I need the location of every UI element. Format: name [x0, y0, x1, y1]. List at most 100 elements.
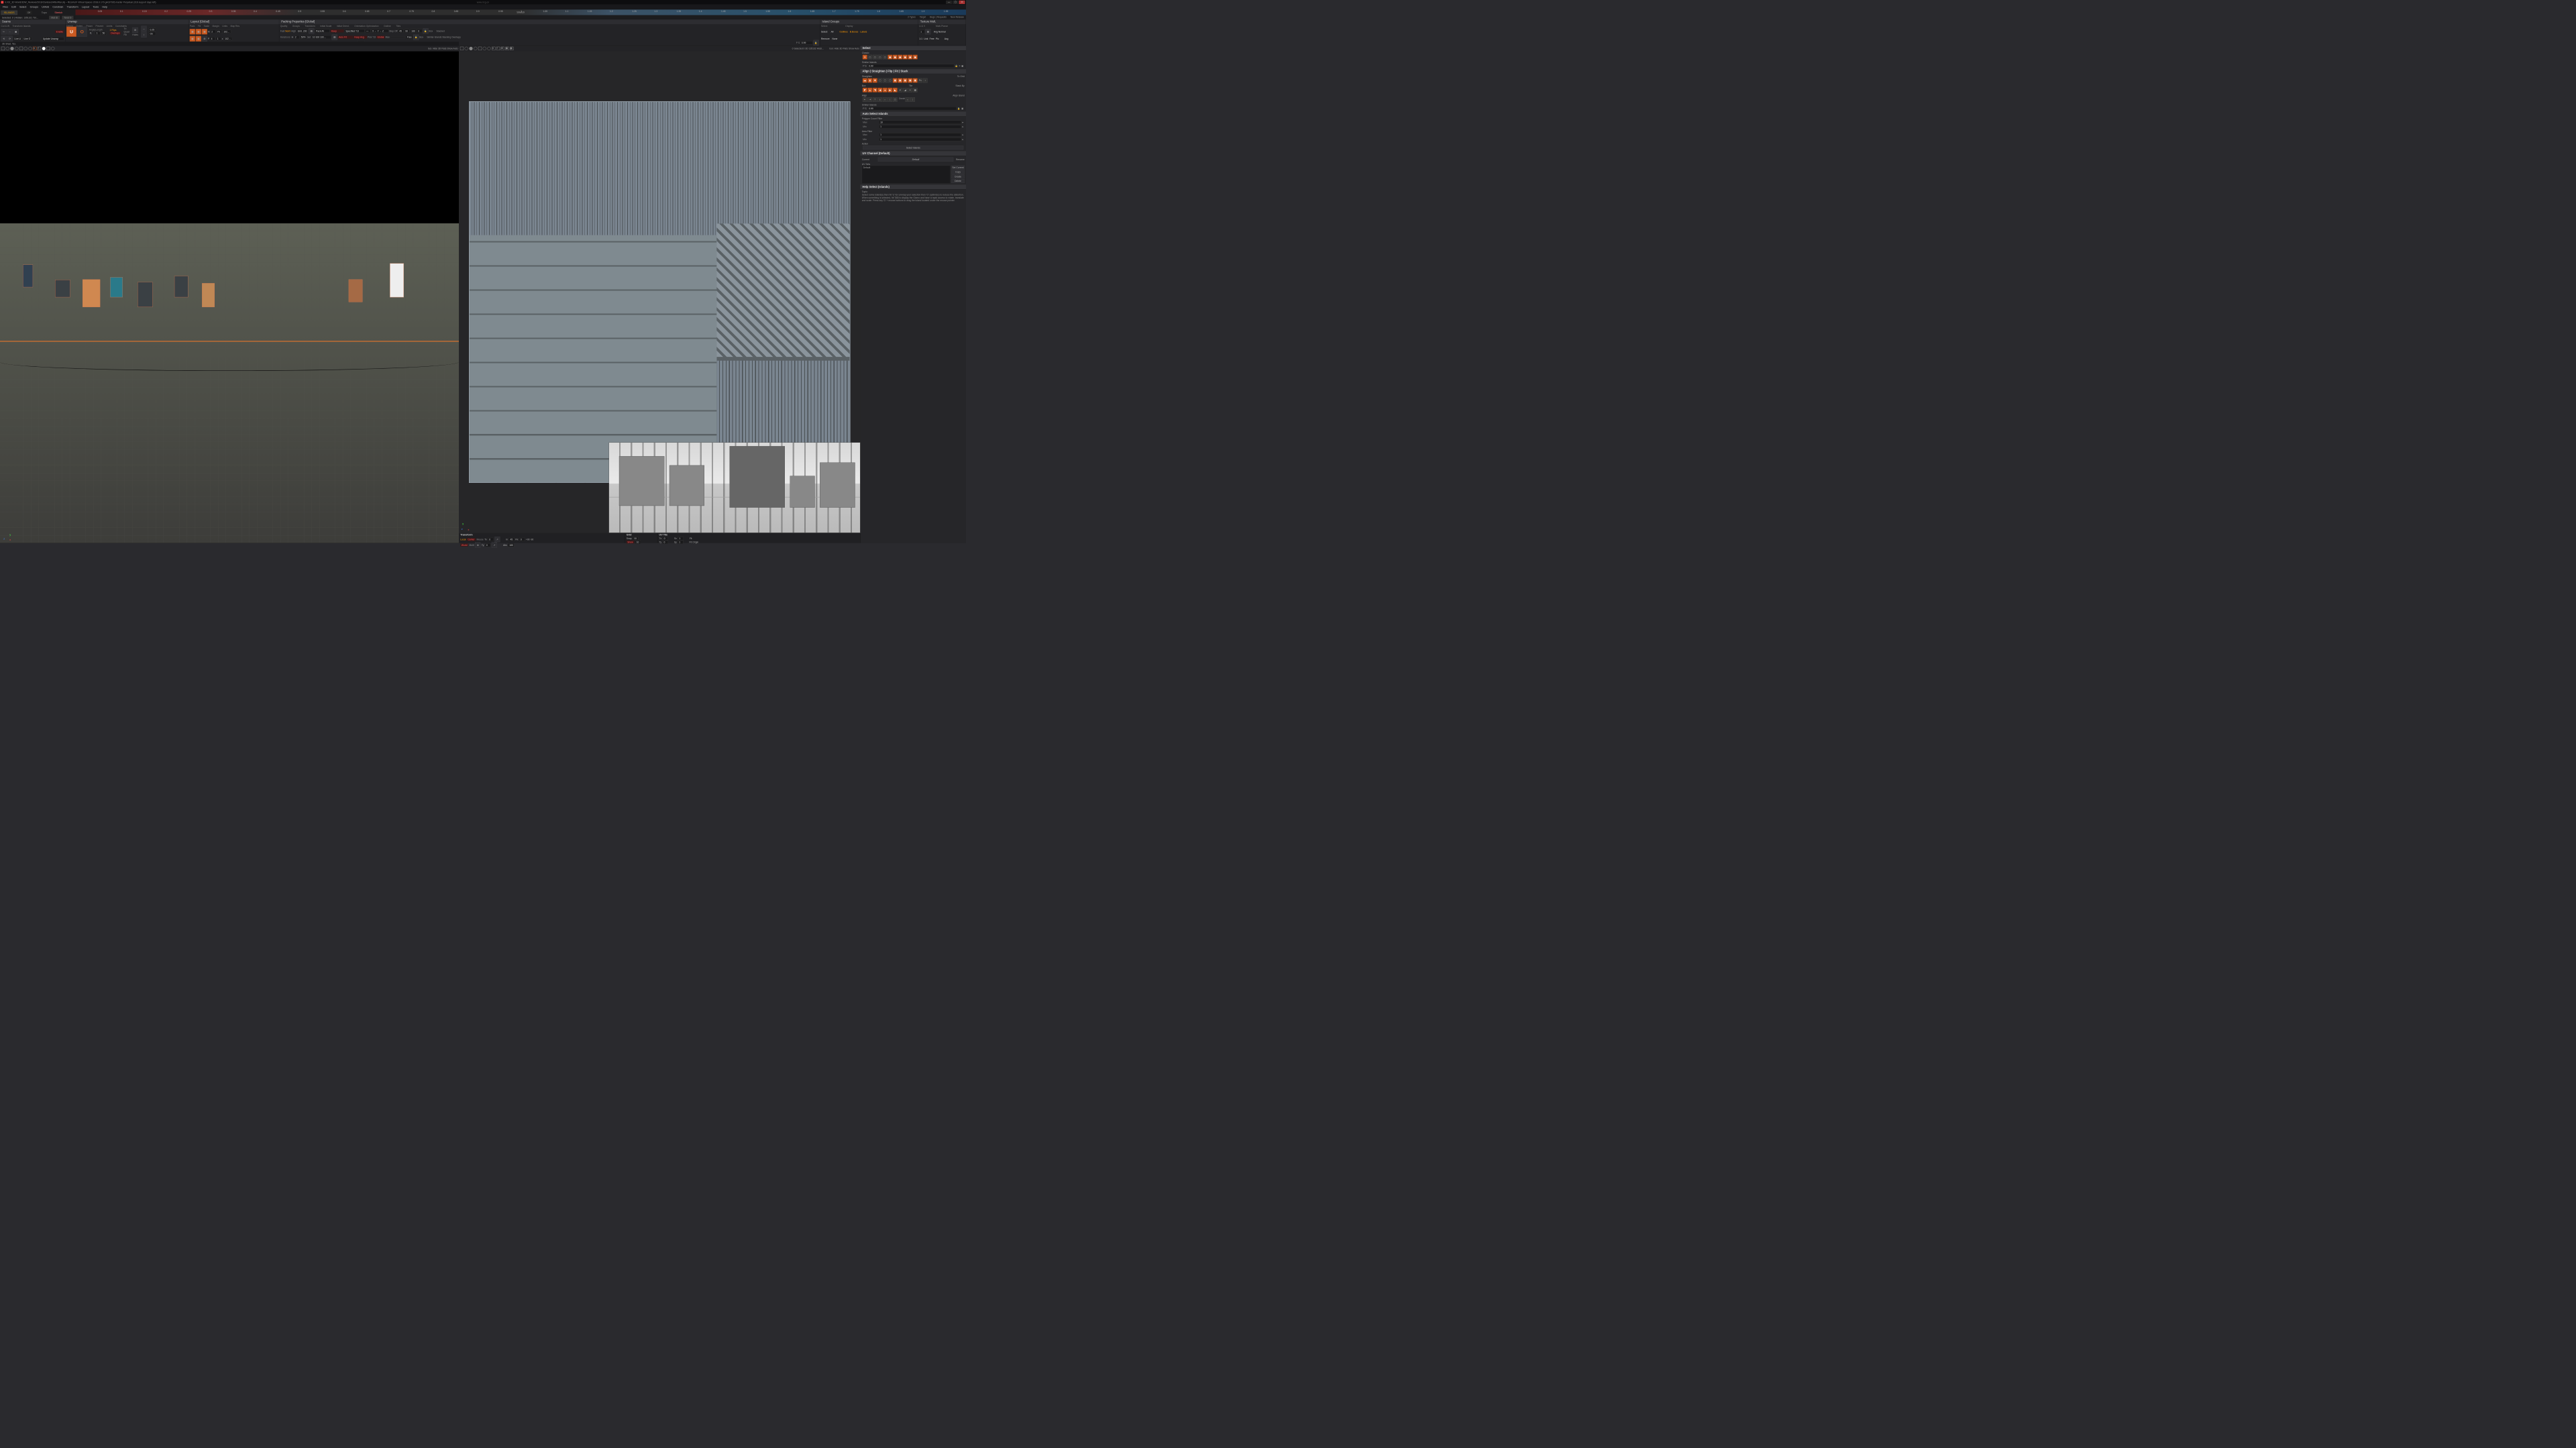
tb-local[interactable]: Local	[460, 539, 466, 541]
viewport-uv[interactable]: ✕ + ⊞ ▦ ▦ 0 Selected 0 3D 135132 Hidd… I…	[459, 46, 861, 543]
al8[interactable]: ▣	[898, 78, 902, 83]
menu-layout[interactable]: Layout	[80, 5, 91, 8]
pk-lock1[interactable]: 🔒	[423, 28, 428, 34]
sp-sel-2[interactable]: ▢	[873, 55, 877, 60]
layout-res[interactable]: 102…	[222, 30, 231, 34]
sp-auto-ns[interactable]: ▸	[963, 125, 964, 128]
pk-xyz[interactable]: X ← Y → Z	[371, 30, 388, 33]
sp-select-l3[interactable]: ▣	[961, 64, 963, 67]
seams-liveo[interactable]: Live O	[23, 37, 32, 40]
tb-deg[interactable]: +90 -90	[526, 539, 534, 541]
unwrap-holes-icon[interactable]: ⊞	[132, 27, 138, 33]
tm-link[interactable]: Link	[924, 38, 928, 40]
pk-similar[interactable]: Similar Islands Stacking	[427, 36, 451, 39]
pk-45[interactable]: 45	[398, 30, 403, 33]
pk-g1[interactable]: ▤	[309, 28, 314, 34]
sp-select-l2[interactable]: ≡	[959, 64, 961, 67]
c5[interactable]: ↔	[883, 97, 888, 102]
viewport-3d[interactable]: 3D Shad. Tex. ✕ + Isol. Hide 3D Flats Sh…	[0, 46, 459, 543]
vp3d-shape3[interactable]	[10, 47, 13, 50]
menu-tools[interactable]: Tools	[91, 5, 101, 8]
al2[interactable]: ▮	[867, 78, 872, 83]
ig-bboxes[interactable]: B.Boxes	[850, 30, 859, 33]
menu-constrain[interactable]: Constrain	[51, 5, 65, 8]
sp-auto-btn[interactable]: Select Islands	[863, 146, 963, 150]
window-minimize[interactable]: —	[946, 1, 952, 4]
layout-pack6[interactable]: ⊞	[202, 36, 207, 42]
unwrap-button[interactable]: U	[66, 27, 76, 37]
c2[interactable]: ⇥	[867, 97, 872, 102]
pk-maxv[interactable]	[390, 37, 406, 38]
ig-none[interactable]: None	[832, 38, 837, 40]
pk-specTD[interactable]: Specified T.D	[344, 30, 364, 33]
vpuv-s11[interactable]: ▦	[505, 47, 508, 50]
menu-files[interactable]: Files	[1, 5, 10, 8]
sp-auto-bs[interactable]: ▸	[963, 138, 964, 141]
uvt-fito[interactable]: Fit Origin	[690, 541, 699, 543]
al10[interactable]: ▣	[908, 78, 912, 83]
al5[interactable]: ▢	[883, 78, 888, 83]
sp-a-l1[interactable]: 🔒	[957, 107, 960, 110]
seams-update[interactable]: Update Unwrap	[42, 37, 64, 40]
tb-ty[interactable]: 0	[485, 543, 490, 547]
pk-tdfield[interactable]: —	[365, 30, 370, 33]
pk-g3[interactable]: ▤	[332, 35, 337, 40]
c6[interactable]: ↕	[888, 97, 892, 102]
c4[interactable]: ⤓	[877, 97, 882, 102]
layout-pack1[interactable]: ▦	[190, 29, 195, 34]
pk-global[interactable]: Global	[376, 36, 385, 39]
islands-topo[interactable]: Topo	[39, 11, 50, 15]
window-maximize[interactable]: ▢	[953, 1, 959, 4]
sp-uvch-create[interactable]: Create	[951, 174, 965, 178]
pk-lock2[interactable]: 🔒	[413, 35, 419, 40]
ig-select[interactable]: Select	[821, 30, 827, 33]
tm-pic[interactable]: Pic	[936, 38, 939, 40]
seams-enable[interactable]: Enable	[55, 30, 64, 34]
seams-tool-1[interactable]: ✂	[1, 29, 7, 34]
sp-uvch-setcur[interactable]: Set Current	[951, 166, 965, 170]
axis-gizmo-3d[interactable]: y x z	[2, 531, 12, 541]
sp-auto-amaxv[interactable]: 1	[879, 133, 961, 136]
menu-select[interactable]: Select	[17, 5, 28, 8]
vp3d-shape10[interactable]	[42, 47, 46, 50]
b4[interactable]: ◀	[877, 88, 882, 93]
sp-a-val[interactable]: 0.99	[867, 107, 957, 110]
sp-uvch-default[interactable]: Default	[878, 158, 953, 162]
ig-all[interactable]: All	[831, 30, 834, 33]
unwrap-c1[interactable]: ↔	[141, 26, 146, 32]
pk-tilelock[interactable]: 🔒	[813, 40, 818, 46]
sp-sel-3[interactable]: ▢	[877, 55, 882, 60]
seams-tool-5[interactable]: ⟳	[7, 36, 13, 42]
vpuv-s7[interactable]	[487, 47, 490, 50]
seams-tool-3[interactable]: ▣	[13, 29, 19, 34]
c7[interactable]: ▢	[893, 97, 898, 102]
al9[interactable]: ▣	[903, 78, 908, 83]
layout-pack3[interactable]: ▦	[202, 29, 207, 34]
tb-center[interactable]: Center	[467, 538, 476, 541]
menu-transform[interactable]: Transform	[65, 5, 80, 8]
pk-packall[interactable]: Pack All	[315, 30, 330, 33]
tm-avg[interactable]: Avg	[945, 38, 949, 40]
pk-180[interactable]: 180	[410, 30, 416, 33]
b5[interactable]: ●	[883, 88, 888, 93]
ig-remove[interactable]: Remove	[821, 38, 830, 40]
vpuv-s2[interactable]	[465, 47, 468, 50]
uvt-ty[interactable]: 0	[663, 541, 668, 544]
optimize-button[interactable]: O	[77, 27, 87, 37]
sp-select-val[interactable]: 0.99	[867, 64, 954, 68]
tb-mouse[interactable]: Mouse	[476, 539, 483, 541]
unwrap-tri[interactable]: Tri	[124, 27, 129, 30]
pk-90[interactable]: 90	[404, 30, 409, 33]
tb-multi[interactable]: Multi	[470, 544, 474, 547]
sp-uvch-copy[interactable]: Copy	[951, 170, 965, 174]
al4[interactable]: ▢	[877, 78, 882, 83]
unwrap-c2[interactable]: ↕	[141, 32, 146, 38]
unwrap-fill[interactable]: Fill	[124, 34, 129, 36]
vpuv-s12[interactable]: ▦	[510, 47, 513, 50]
sp-uvch-item-default[interactable]: Default	[863, 166, 949, 169]
seams-liveu[interactable]: Live U	[13, 37, 22, 40]
unwrap-quad[interactable]: Quad	[124, 30, 129, 33]
vp3d-shape8[interactable]: ✕	[33, 47, 36, 50]
al3[interactable]: ✚	[873, 78, 877, 83]
al11[interactable]: ▣	[913, 78, 918, 83]
